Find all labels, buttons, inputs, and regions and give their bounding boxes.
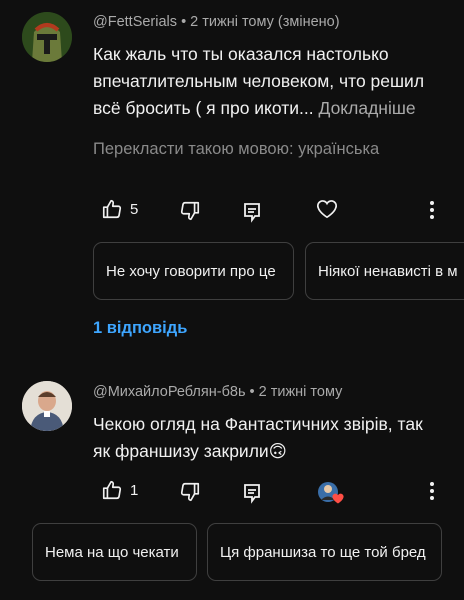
comment-reply-icon [244, 203, 260, 223]
dislike-button[interactable] [179, 200, 201, 222]
dislike-button[interactable] [179, 481, 201, 503]
avatar[interactable] [22, 12, 72, 62]
creator-heart-badge [317, 480, 344, 504]
heart-icon [332, 493, 344, 504]
comment-line: як франшизу закрили🙃 [93, 441, 287, 461]
read-more-link[interactable]: Докладніше [319, 98, 416, 118]
timestamp: • 2 тижні тому (змінено) [181, 14, 340, 30]
like-count: 1 [130, 481, 139, 499]
more-vertical-icon [430, 201, 434, 219]
suggested-reply-chip[interactable]: Нема на що чекати [32, 523, 197, 581]
suggested-reply-chip[interactable]: Ця франшиза то ще той бред [207, 523, 442, 581]
comment-menu-button[interactable] [429, 481, 435, 501]
like-button[interactable]: 1 [101, 479, 138, 501]
suggested-reply-chip[interactable]: Не хочу говорити про це [93, 242, 294, 300]
author-name[interactable]: @МихайлоРеблян-б8ь [93, 384, 246, 400]
thumb-down-icon [180, 482, 200, 502]
comment-meta: @МихайлоРеблян-б8ь • 2 тижні тому [93, 384, 342, 400]
suggested-reply-chip[interactable]: Ніякої ненависті в м [305, 242, 464, 300]
heart-icon [317, 200, 337, 219]
view-replies-link[interactable]: 1 відповідь [93, 319, 187, 338]
comment-line: Как жаль что ты оказался настолько [93, 44, 389, 64]
heart-button[interactable] [316, 199, 338, 219]
thumb-down-icon [180, 201, 200, 221]
like-count: 5 [130, 200, 139, 218]
translate-link[interactable]: Перекласти такою мовою: українська [93, 140, 379, 159]
comment-text: Как жаль что ты оказался настолько впеча… [93, 41, 424, 122]
thumb-up-icon [102, 480, 122, 500]
comment-menu-button[interactable] [429, 200, 435, 220]
timestamp: • 2 тижні тому [249, 384, 343, 400]
avatar[interactable] [22, 381, 72, 431]
reply-button[interactable] [242, 482, 262, 504]
like-button[interactable]: 5 [101, 198, 138, 220]
comment-line: Чекою огляд на Фантастичних звірів, так [93, 414, 423, 434]
more-vertical-icon [430, 482, 434, 500]
comment-text: Чекою огляд на Фантастичних звірів, так … [93, 411, 423, 465]
comment-line: впечатлительным человеком, что решил [93, 71, 425, 91]
comment-meta: @FettSerials • 2 тижні тому (змінено) [93, 14, 340, 30]
comment-reply-icon [244, 484, 260, 504]
thumb-up-icon [102, 199, 122, 219]
author-name[interactable]: @FettSerials [93, 14, 177, 30]
comment-line: всё бросить ( я про икоти... Докладніше [93, 98, 416, 118]
reply-button[interactable] [242, 201, 262, 223]
